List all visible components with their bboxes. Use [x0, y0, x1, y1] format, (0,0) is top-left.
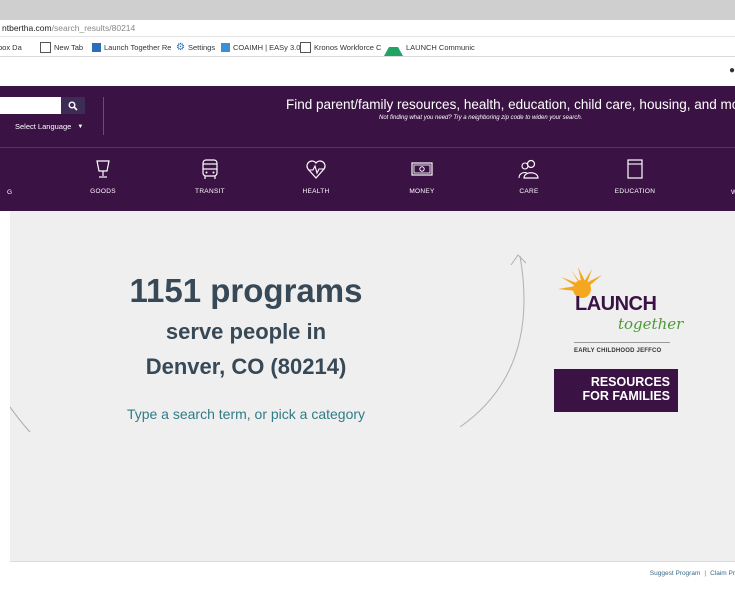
banner-line-1: RESOURCES — [590, 375, 670, 389]
cube-icon — [221, 42, 230, 52]
header-tagline: Find parent/family resources, health, ed… — [286, 97, 735, 112]
people-icon — [518, 159, 539, 179]
bookmarks-bar: box Da New Tab Launch Together Re ⚙ Sett… — [0, 37, 735, 57]
category-label: GOODS — [90, 188, 116, 195]
footer-separator: | — [704, 570, 707, 577]
category-label: EDUCATION — [614, 188, 656, 195]
claim-program-link[interactable]: Claim Pr — [710, 570, 735, 577]
logo-tagline: EARLY CHILDHOOD JEFFCO — [574, 348, 662, 354]
gear-icon: ⚙ — [176, 41, 185, 53]
book-icon — [627, 159, 643, 179]
site-top-strip: ● — [0, 57, 735, 85]
search-prompt: Type a search term, or pick a category — [126, 406, 366, 422]
bookmark-kronos[interactable]: Kronos Workforce C — [300, 41, 381, 53]
bookmark-coaimh[interactable]: COAIMH | EASy 3.0 — [221, 41, 300, 53]
lamp-icon — [96, 160, 110, 178]
page-icon — [300, 41, 311, 53]
bookmark-label: Settings — [188, 42, 216, 52]
bookmark-label: COAIMH | EASy 3.0 — [233, 42, 301, 52]
language-label: Select Language — [15, 122, 72, 131]
program-count-heading: 1151 programs — [129, 272, 363, 309]
logo-divider — [574, 342, 670, 343]
url-text[interactable]: ntbertha.com/search_results/80214 — [2, 23, 135, 33]
bookmark-box[interactable]: box Da — [0, 41, 22, 53]
bus-icon — [202, 159, 218, 179]
logo-launch-text: LAUNCH — [575, 293, 657, 315]
category-health[interactable]: HEALTH — [281, 158, 351, 195]
hero-section: 1151 programs serve people in Denver, CO… — [10, 211, 735, 561]
address-bar[interactable]: ntbertha.com/search_results/80214 — [0, 20, 735, 37]
left-gutter — [0, 211, 10, 589]
category-education[interactable]: EDUCATION — [600, 158, 670, 195]
footer-links: Suggest Program | Claim Pr — [650, 570, 735, 577]
logo-together-text: together — [618, 315, 684, 333]
site-header: Select Language ▼ Find parent/family res… — [0, 86, 735, 211]
money-icon — [411, 162, 433, 176]
serve-text: serve people in — [165, 319, 327, 344]
banner-line-2: FOR FAMILIES — [582, 389, 671, 403]
url-host: ntbertha.com — [2, 23, 52, 33]
search-button[interactable] — [61, 97, 85, 114]
footer: Suggest Program | Claim Pr — [10, 561, 735, 590]
header-subtagline: Not finding what you need? Try a neighbo… — [379, 115, 583, 121]
page-icon — [40, 41, 51, 53]
bookmark-label: box Da — [0, 42, 22, 52]
category-label: CARE — [519, 188, 539, 195]
location-text: Denver, CO (80214) — [145, 354, 347, 379]
drive-icon — [384, 38, 403, 56]
bookmark-launch-together[interactable]: Launch Together Re — [92, 41, 171, 53]
caret-down-icon: ▼ — [77, 123, 84, 130]
bookmark-new-tab[interactable]: New Tab — [40, 41, 83, 53]
category-label: TRANSIT — [195, 188, 225, 195]
category-money[interactable]: MONEY — [387, 158, 457, 195]
heart-pulse-icon — [306, 160, 326, 179]
cut-off-icon: ● — [728, 65, 735, 76]
browser-chrome-top — [0, 0, 735, 20]
url-path: /search_results/80214 — [51, 23, 136, 33]
bookmark-label: Launch Together Re — [104, 42, 172, 52]
suggest-program-link[interactable]: Suggest Program — [650, 570, 701, 577]
category-goods[interactable]: GOODS — [68, 158, 138, 195]
category-label: HEALTH — [302, 188, 330, 195]
category-partial-left[interactable]: G — [7, 189, 12, 196]
header-divider — [103, 97, 104, 135]
bookmark-label: LAUNCH Communic — [406, 42, 475, 52]
search-icon — [68, 101, 78, 111]
category-label: MONEY — [409, 188, 435, 195]
bookmark-launch-communic[interactable]: LAUNCH Communic — [384, 38, 475, 56]
site-favicon-icon — [92, 42, 101, 52]
bookmark-label: New Tab — [54, 42, 84, 52]
resources-for-families-banner[interactable]: RESOURCES FOR FAMILIES — [554, 369, 678, 412]
bookmark-label: Kronos Workforce C — [314, 42, 382, 52]
language-select[interactable]: Select Language ▼ — [15, 122, 83, 131]
bookmark-settings[interactable]: ⚙ Settings — [176, 41, 215, 53]
category-divider — [0, 147, 735, 148]
category-partial-right[interactable]: W — [731, 189, 735, 196]
search-input[interactable] — [0, 97, 61, 114]
category-care[interactable]: CARE — [494, 158, 564, 195]
category-transit[interactable]: TRANSIT — [175, 158, 245, 195]
